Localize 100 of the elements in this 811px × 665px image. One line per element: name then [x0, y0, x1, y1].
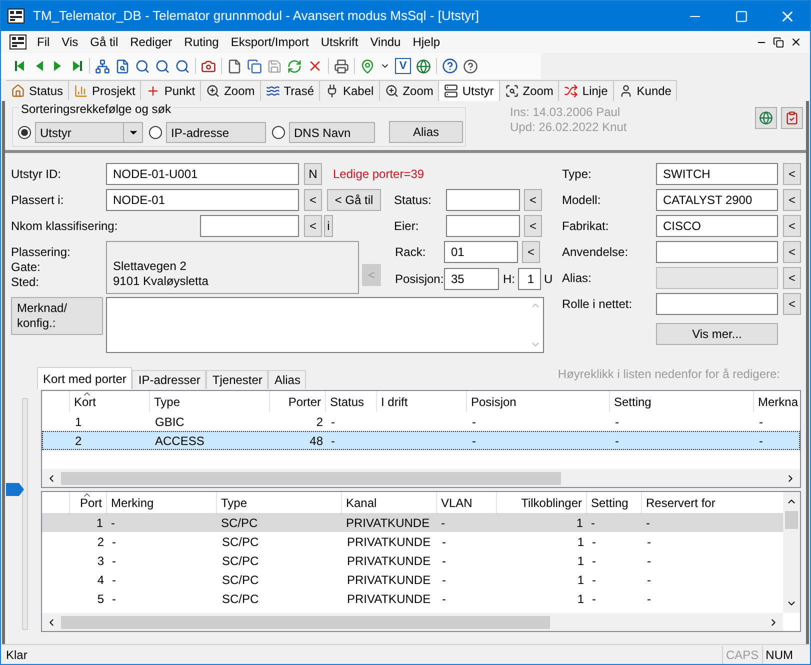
tab[interactable]: Zoom: [380, 80, 440, 101]
table-row[interactable]: 1 - SC/PC PRIVATKUNDE - 1 - -: [42, 513, 783, 532]
pick-button[interactable]: <: [524, 215, 542, 237]
menu-item[interactable]: Vis: [56, 33, 84, 51]
menu-item[interactable]: Ruting: [178, 33, 225, 51]
new-id-button[interactable]: N: [304, 163, 322, 185]
alias-button[interactable]: Alias: [389, 121, 463, 143]
pick-button[interactable]: <: [783, 241, 801, 263]
position-field[interactable]: 35: [444, 268, 499, 290]
equipment-id-field[interactable]: NODE-01-U001: [106, 163, 299, 185]
column-header[interactable]: I drift: [377, 391, 467, 412]
first-icon[interactable]: [13, 59, 27, 73]
globe-link-button[interactable]: [755, 107, 777, 129]
go-to-button[interactable]: < Gå til: [327, 189, 381, 211]
tab[interactable]: Kabel: [320, 80, 380, 101]
radio-button[interactable]: [18, 126, 31, 139]
menu-item[interactable]: Gå til: [84, 33, 124, 51]
tab[interactable]: Kort med porter: [37, 367, 132, 389]
tab[interactable]: Alias: [268, 370, 306, 389]
table-row[interactable]: 5 - SC/PC PRIVATKUNDE - 1 - -: [42, 589, 783, 608]
table-row[interactable]: 1 GBIC 2 - - - -: [42, 412, 800, 431]
search-option-field[interactable]: IP-adresse: [166, 122, 266, 143]
search-option-field[interactable]: DNS Navn: [289, 122, 375, 143]
menu-item[interactable]: Utskrift: [314, 33, 364, 51]
classification-field[interactable]: [200, 215, 299, 237]
tab[interactable]: Zoom: [201, 80, 261, 101]
pick-button[interactable]: <: [304, 215, 322, 237]
tab[interactable]: Prosjekt: [69, 80, 142, 101]
scroll-thumb[interactable]: [61, 472, 562, 484]
tab[interactable]: Punkt: [141, 80, 202, 101]
table-row[interactable]: 2 - SC/PC PRIVATKUNDE - 1 - -: [42, 532, 783, 551]
pick-button[interactable]: <: [783, 215, 801, 237]
menu-item[interactable]: Rediger: [124, 33, 178, 51]
clipboard-check-button[interactable]: [781, 107, 803, 129]
globe-icon[interactable]: [416, 58, 431, 74]
column-header[interactable]: Porter: [270, 391, 326, 412]
pick-button[interactable]: <: [783, 163, 801, 185]
tab[interactable]: Utstyr: [439, 80, 500, 101]
note-button[interactable]: Merknad/ konfig.:: [11, 297, 103, 335]
property-field[interactable]: SWITCH: [656, 163, 778, 185]
pick-button[interactable]: <: [304, 189, 322, 211]
height-field[interactable]: 1: [518, 268, 541, 290]
tab[interactable]: Status: [6, 80, 70, 101]
close-icon[interactable]: [790, 36, 802, 48]
column-header[interactable]: Setting: [610, 391, 754, 412]
tab[interactable]: IP-adresser: [132, 370, 206, 389]
search-icon[interactable]: [135, 58, 150, 74]
radio-button[interactable]: [272, 126, 285, 139]
last-icon[interactable]: [70, 59, 84, 73]
note-field[interactable]: [106, 297, 544, 353]
placed-in-field[interactable]: NODE-01: [106, 189, 299, 211]
refresh-icon[interactable]: [287, 58, 302, 74]
tab[interactable]: Trasé: [260, 80, 320, 101]
pick-button[interactable]: <: [522, 241, 540, 263]
search-previous-icon[interactable]: [175, 58, 190, 74]
v-button[interactable]: V: [395, 58, 411, 74]
table-row[interactable]: 2 ACCESS 48 - - - -: [42, 431, 800, 450]
vertical-scrollbar[interactable]: [783, 492, 800, 613]
new-document-icon[interactable]: [227, 58, 242, 74]
column-header[interactable]: Posisjon: [467, 391, 610, 412]
map-pin-icon[interactable]: [360, 58, 375, 74]
tab[interactable]: Zoom: [500, 80, 560, 101]
column-header[interactable]: Merkna: [754, 391, 800, 412]
column-header[interactable]: Type: [150, 391, 270, 412]
property-field[interactable]: [656, 241, 778, 263]
pick-button[interactable]: <: [783, 189, 801, 211]
horizontal-scrollbar[interactable]: [42, 613, 783, 631]
context-help-icon[interactable]: [463, 58, 478, 74]
column-header[interactable]: Status: [326, 391, 377, 412]
owner-field[interactable]: [446, 215, 520, 237]
print-icon[interactable]: [334, 58, 349, 74]
table-row[interactable]: 3 - SC/PC PRIVATKUNDE - 1 - -: [42, 551, 783, 570]
restore-icon[interactable]: [773, 36, 784, 48]
menu-item[interactable]: Fil: [31, 33, 56, 51]
tab[interactable]: Kunde: [614, 80, 678, 101]
copy-icon[interactable]: [247, 58, 262, 74]
horizontal-scrollbar[interactable]: [42, 469, 800, 487]
property-field[interactable]: [656, 293, 778, 315]
save-icon[interactable]: [267, 58, 282, 74]
menu-item[interactable]: Hjelp: [406, 33, 446, 51]
sort-dropdown[interactable]: Utstyr: [35, 122, 143, 143]
splitter-handle[interactable]: [6, 483, 24, 496]
help-icon[interactable]: [442, 58, 458, 74]
table-row[interactable]: 4 - SC/PC PRIVATKUNDE - 1 - -: [42, 570, 783, 589]
menu-item[interactable]: Eksport/Import: [224, 33, 315, 51]
tree-icon[interactable]: [95, 58, 110, 74]
menu-item[interactable]: Vindu: [364, 33, 407, 51]
pick-button[interactable]: <: [524, 189, 542, 211]
search-next-icon[interactable]: [155, 58, 170, 74]
scroll-thumb[interactable]: [61, 616, 550, 628]
tab[interactable]: Linje: [559, 80, 614, 101]
column-header[interactable]: Kort: [70, 391, 150, 412]
page-search-icon[interactable]: [115, 58, 130, 74]
scroll-thumb[interactable]: [785, 511, 798, 529]
info-button[interactable]: i: [324, 215, 333, 237]
tab[interactable]: Tjenester: [206, 370, 268, 389]
status-field[interactable]: [446, 189, 520, 211]
camera-icon[interactable]: [201, 58, 216, 74]
rack-field[interactable]: 01: [444, 241, 518, 263]
show-more-button[interactable]: Vis mer...: [656, 323, 778, 345]
